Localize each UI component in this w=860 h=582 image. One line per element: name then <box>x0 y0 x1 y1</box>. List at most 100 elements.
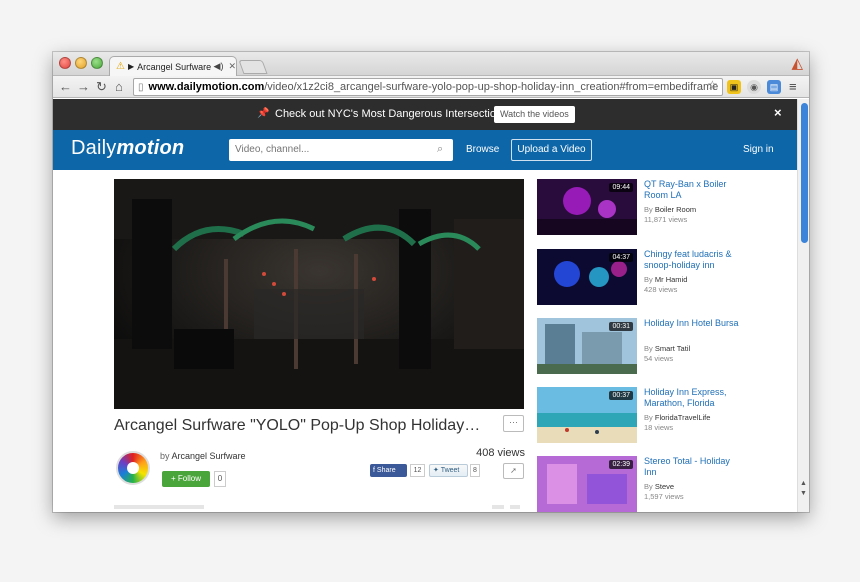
url-path: /video/x1z2ci8_arcangel-surfware-yolo-po… <box>264 81 719 93</box>
related-video-title[interactable]: Chingy feat ludacris & snoop-holiday inn <box>644 249 744 271</box>
related-byline: By FloridaTravelLife <box>644 413 710 422</box>
related-video-title[interactable]: Holiday Inn Hotel Bursa <box>644 318 744 329</box>
video-frame <box>114 179 524 409</box>
video-duration: 02:39 <box>609 460 633 469</box>
close-window-button[interactable] <box>59 57 71 69</box>
related-thumbnail[interactable]: 00:31 <box>537 318 637 374</box>
address-bar[interactable]: ▯ www.dailymotion.com /video/x1z2ci8_arc… <box>133 78 723 96</box>
logo-bold: motion <box>116 137 185 159</box>
related-thumbnail[interactable]: 00:37 <box>537 387 637 443</box>
related-video-title[interactable]: Holiday Inn Express, Marathon, Florida <box>644 387 744 409</box>
extension-icon[interactable]: ▣ <box>727 80 741 94</box>
url-host: www.dailymotion.com <box>148 81 265 93</box>
more-options-button[interactable]: ⋯ <box>503 415 524 432</box>
browser-tab[interactable]: ⚠ ▶ Arcangel Surfware "Y ◀) ✕ <box>109 56 237 76</box>
related-video-item[interactable]: 02:39 Stereo Total - Holiday Inn By Stev… <box>537 456 787 512</box>
related-author[interactable]: Steve <box>655 482 674 491</box>
related-video-title[interactable]: QT Ray-Ban x Boiler Room LA <box>644 179 744 201</box>
upload-video-button[interactable]: Upload a Video <box>511 139 592 161</box>
video-title: Arcangel Surfware "YOLO" Pop-Up Shop Hol… <box>114 417 481 434</box>
scroll-down-icon[interactable]: ▼ <box>800 490 807 497</box>
page-viewport: 📌 Check out NYC's Most Dangerous Interse… <box>53 99 797 512</box>
related-author[interactable]: FloridaTravelLife <box>655 413 711 422</box>
tweet-label: Tweet <box>440 467 460 474</box>
minimize-window-button[interactable] <box>75 57 87 69</box>
channel-byline: by Arcangel Surfware <box>160 451 246 461</box>
video-duration: 00:37 <box>609 391 633 400</box>
watch-videos-button[interactable]: Watch the videos <box>494 106 575 123</box>
home-icon[interactable]: ⌂ <box>115 79 123 95</box>
by-prefix: By <box>644 413 653 422</box>
by-prefix: By <box>644 482 653 491</box>
browse-link[interactable]: Browse <box>466 144 499 155</box>
new-tab-button[interactable] <box>238 60 268 74</box>
related-video-item[interactable]: 00:37 Holiday Inn Express, Marathon, Flo… <box>537 387 787 443</box>
tweet-button[interactable]: ✦ Tweet <box>429 464 468 477</box>
video-duration: 00:31 <box>609 322 633 331</box>
extension-box-icon[interactable]: ▤ <box>767 80 781 94</box>
related-thumbnail[interactable]: 02:39 <box>537 456 637 512</box>
related-thumbnail[interactable]: 09:44 <box>537 179 637 235</box>
related-byline: By Mr Hamid <box>644 275 687 284</box>
promo-banner: 📌 Check out NYC's Most Dangerous Interse… <box>53 99 797 130</box>
related-author[interactable]: Boiler Room <box>655 205 696 214</box>
tweet-count: 8 <box>470 464 480 477</box>
promo-message: Check out NYC's Most Dangerous Intersect… <box>275 108 508 120</box>
site-header: Dailymotion ⌕ Browse Upload a Video Sign… <box>53 130 797 170</box>
related-video-item[interactable]: 09:44 QT Ray-Ban x Boiler Room LA By Boi… <box>537 179 787 235</box>
tab-title: Arcangel Surfware "Y <box>137 61 211 72</box>
browser-menu-icon[interactable]: ≡ <box>789 79 797 94</box>
search-input[interactable] <box>229 139 453 161</box>
page-scrollbar[interactable]: ▲ ▼ <box>797 99 809 512</box>
related-video-title[interactable]: Stereo Total - Holiday Inn <box>644 456 744 478</box>
video-duration: 04:37 <box>609 253 633 262</box>
browser-window: ⚠ ▶ Arcangel Surfware "Y ◀) ✕ ◭ ← → ↻ ⌂ … <box>53 52 809 512</box>
dailymotion-logo[interactable]: Dailymotion <box>71 137 184 160</box>
channel-owner-link[interactable]: Arcangel Surfware <box>172 451 246 461</box>
by-prefix: By <box>644 275 653 284</box>
sign-in-link[interactable]: Sign in <box>743 144 774 155</box>
channel-avatar[interactable] <box>116 451 150 485</box>
by-prefix: by <box>160 451 170 461</box>
browser-toolbar: ← → ↻ ⌂ ▯ www.dailymotion.com /video/x1z… <box>53 76 809 98</box>
related-byline: By Boiler Room <box>644 205 696 214</box>
follow-button[interactable]: + Follow <box>162 471 210 487</box>
related-author[interactable]: Mr Hamid <box>655 275 688 284</box>
close-promo-icon[interactable]: × <box>774 105 782 120</box>
scrollbar-thumb[interactable] <box>801 103 808 243</box>
video-duration: 09:44 <box>609 183 633 192</box>
faded-next-row <box>114 505 524 512</box>
extension-eye-icon[interactable]: ◉ <box>747 80 761 94</box>
related-video-item[interactable]: 04:37 Chingy feat ludacris & snoop-holid… <box>537 249 787 305</box>
share-count: 12 <box>410 464 425 477</box>
screenshot-stage: ⚠ ▶ Arcangel Surfware "Y ◀) ✕ ◭ ← → ↻ ⌂ … <box>0 0 860 582</box>
related-thumbnail[interactable]: 04:37 <box>537 249 637 305</box>
share-label: Share <box>376 467 396 474</box>
scroll-up-icon[interactable]: ▲ <box>800 480 807 487</box>
follow-count: 0 <box>214 471 226 487</box>
related-views: 428 views <box>644 285 678 294</box>
related-byline: By Smart Tatil <box>644 344 690 353</box>
search-icon[interactable]: ⌕ <box>437 143 443 156</box>
by-prefix: By <box>644 205 653 214</box>
share-arrow-button[interactable]: ➚ <box>503 463 524 479</box>
related-views: 18 views <box>644 423 674 432</box>
related-views: 11,871 views <box>644 215 688 224</box>
facebook-icon: f <box>373 467 375 474</box>
warning-icon: ⚠ <box>116 61 125 72</box>
forward-icon[interactable]: → <box>77 79 90 95</box>
related-views: 54 views <box>644 354 674 363</box>
speaker-icon[interactable]: ◀) <box>214 61 224 72</box>
zoom-window-button[interactable] <box>91 57 103 69</box>
related-author[interactable]: Smart Tatil <box>655 344 690 353</box>
reload-icon[interactable]: ↻ <box>96 79 107 95</box>
related-video-item[interactable]: 00:31 Holiday Inn Hotel Bursa By Smart T… <box>537 318 787 374</box>
facebook-share-button[interactable]: f Share <box>370 464 407 477</box>
bookmark-star-icon[interactable]: ☆ <box>707 78 718 92</box>
related-views: 1,597 views <box>644 492 684 501</box>
back-icon[interactable]: ← <box>59 79 72 95</box>
video-player[interactable] <box>114 179 524 409</box>
close-tab-icon[interactable]: ✕ <box>228 61 236 72</box>
page-icon: ▯ <box>138 81 144 93</box>
pizza-profile-icon[interactable]: ◭ <box>791 54 803 72</box>
